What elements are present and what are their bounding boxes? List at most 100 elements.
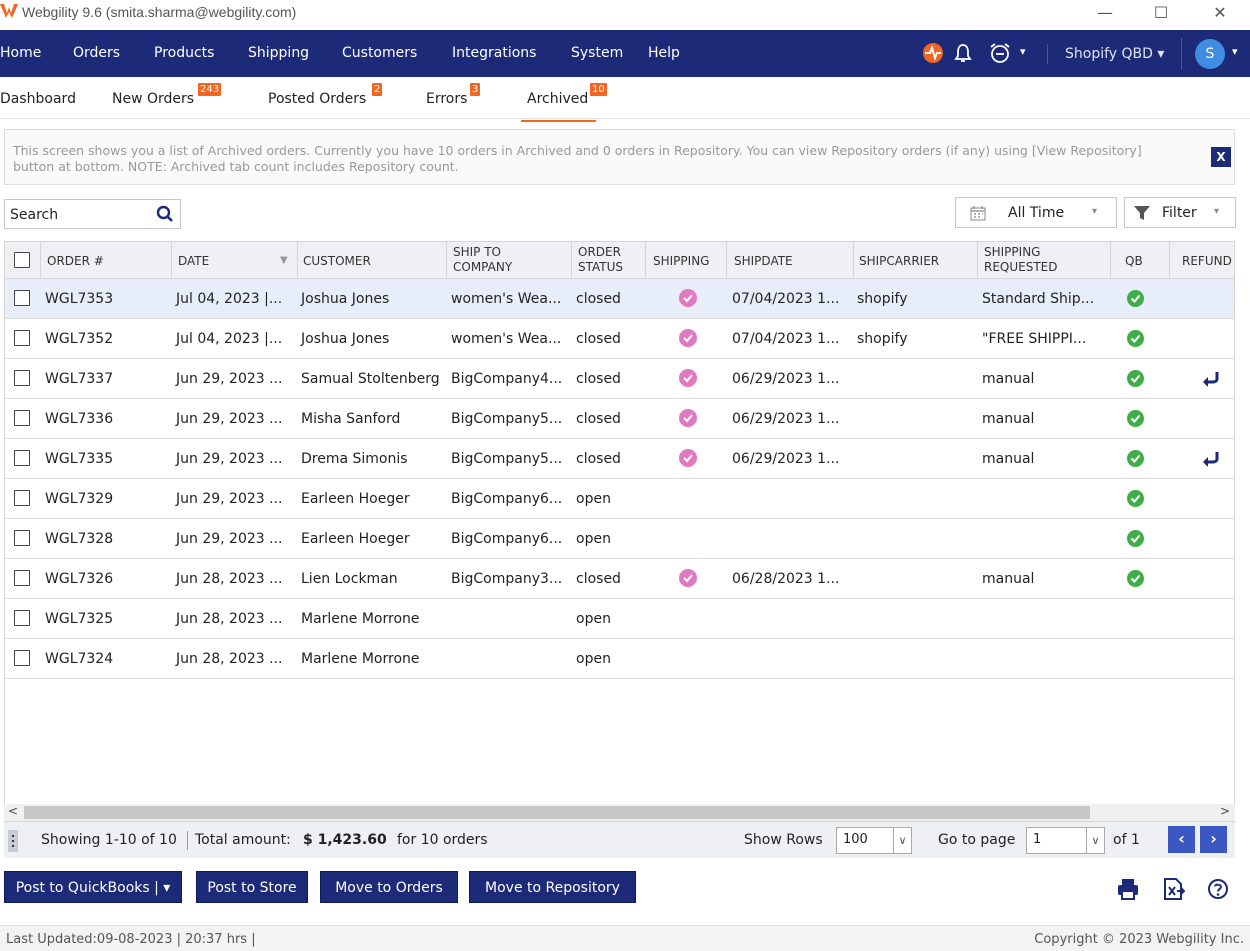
date-cell: Jun 28, 2023 ... <box>176 571 283 587</box>
row-checkbox[interactable] <box>14 410 30 426</box>
scroll-right-arrow[interactable]: > <box>1220 804 1230 818</box>
minimize-button[interactable]: — <box>1077 0 1133 24</box>
status-cell: closed <box>576 331 621 347</box>
qb-posted-check-icon[interactable] <box>1127 410 1144 427</box>
avatar[interactable]: S <box>1195 39 1225 69</box>
print-icon[interactable] <box>1116 877 1140 901</box>
maximize-button[interactable]: ☐ <box>1133 0 1189 24</box>
tab-errors[interactable]: Errors 3 <box>426 83 481 107</box>
table-row[interactable]: WGL7324 Jun 28, 2023 ... Marlene Morrone op… <box>5 639 1234 679</box>
table-row[interactable]: WGL7353 Jul 04, 2023 |... Joshua Jones wome… <box>5 279 1234 319</box>
col-shipping-requested[interactable]: SHIPPING <box>984 245 1040 259</box>
table-row[interactable]: WGL7329 Jun 29, 2023 ... Earleen Hoeger Big… <box>5 479 1234 519</box>
search-input[interactable]: Search <box>4 199 181 229</box>
col-shipping[interactable]: SHIPPING <box>653 254 709 268</box>
row-checkbox[interactable] <box>14 330 30 346</box>
close-info-button[interactable]: X <box>1211 147 1231 167</box>
col-shipcarrier[interactable]: SHIPCARRIER <box>859 254 939 268</box>
tab-dashboard[interactable]: Dashboard <box>0 91 76 107</box>
alarm-clock-icon[interactable] <box>989 42 1011 64</box>
select-all-checkbox[interactable] <box>14 252 30 268</box>
page-count: of 1 <box>1113 832 1140 848</box>
row-checkbox[interactable] <box>14 650 30 666</box>
order-number-cell: WGL7324 <box>45 651 114 667</box>
scroll-left-arrow[interactable]: < <box>8 804 18 818</box>
table-row[interactable]: WGL7326 Jun 28, 2023 ... Lien Lockman BigCo… <box>5 559 1234 599</box>
filter-button[interactable]: Filter ▾ <box>1124 197 1236 228</box>
row-checkbox[interactable] <box>14 610 30 626</box>
store-selector[interactable]: Shopify QBD ▾ <box>1065 46 1164 62</box>
col-order[interactable]: ORDER # <box>47 254 104 268</box>
scroll-thumb[interactable] <box>24 806 1090 819</box>
nav-integrations[interactable]: Integrations <box>452 45 536 61</box>
qb-posted-check-icon[interactable] <box>1127 530 1144 547</box>
qb-posted-check-icon[interactable] <box>1127 450 1144 467</box>
activity-icon[interactable] <box>922 43 944 63</box>
row-checkbox[interactable] <box>14 530 30 546</box>
shipped-check-icon[interactable] <box>679 569 697 587</box>
post-to-store-button[interactable]: Post to Store <box>196 871 308 903</box>
nav-help[interactable]: Help <box>648 45 680 61</box>
prev-page-button[interactable]: ‹ <box>1168 826 1195 853</box>
table-row[interactable]: WGL7335 Jun 29, 2023 ... Drema Simonis BigC… <box>5 439 1234 479</box>
col-refund[interactable]: REFUND <box>1182 254 1232 268</box>
shipped-check-icon[interactable] <box>679 289 697 307</box>
col-date[interactable]: DATE <box>178 254 209 268</box>
count-badge: 10 <box>590 83 607 96</box>
goto-page-value: 1 <box>1033 832 1042 847</box>
qb-posted-check-icon[interactable] <box>1127 570 1144 587</box>
col-shipdate[interactable]: SHIPDATE <box>734 254 793 268</box>
nav-system[interactable]: System <box>571 45 623 61</box>
nav-orders[interactable]: Orders <box>73 45 120 61</box>
next-page-button[interactable]: › <box>1200 826 1227 853</box>
col-order-status[interactable]: ORDER <box>578 245 621 259</box>
tab-posted-orders[interactable]: Posted Orders 2 <box>268 83 383 107</box>
company-cell: BigCompany5... <box>451 411 563 427</box>
col-customer[interactable]: CUSTOMER <box>303 254 371 268</box>
move-to-repository-button[interactable]: Move to Repository <box>469 871 636 903</box>
shipped-check-icon[interactable] <box>679 409 697 427</box>
table-row[interactable]: WGL7328 Jun 29, 2023 ... Earleen Hoeger Big… <box>5 519 1234 559</box>
avatar-caret-icon[interactable]: ▾ <box>1232 45 1238 58</box>
row-checkbox[interactable] <box>14 370 30 386</box>
bell-icon[interactable] <box>954 43 972 63</box>
row-checkbox[interactable] <box>14 490 30 506</box>
refund-arrow-icon[interactable] <box>1200 369 1220 389</box>
help-icon[interactable] <box>1206 877 1230 901</box>
alarm-caret-icon[interactable]: ▾ <box>1020 45 1026 58</box>
date-range-select[interactable]: All Time ▾ <box>955 197 1117 228</box>
tab-new-orders[interactable]: New Orders 243 <box>112 83 222 107</box>
shipped-check-icon[interactable] <box>679 329 697 347</box>
qb-posted-check-icon[interactable] <box>1127 290 1144 307</box>
refund-arrow-icon[interactable] <box>1200 449 1220 469</box>
row-checkbox[interactable] <box>14 570 30 586</box>
search-icon[interactable] <box>156 205 174 223</box>
col-ship-to[interactable]: SHIP TO <box>453 245 501 259</box>
post-to-quickbooks-button[interactable]: Post to QuickBooks | ▾ <box>4 871 182 903</box>
row-checkbox[interactable] <box>14 450 30 466</box>
horizontal-scrollbar[interactable]: < > <box>4 804 1235 821</box>
nav-home[interactable]: Home <box>0 45 41 61</box>
col-qb[interactable]: QB <box>1125 254 1143 268</box>
tab-archived[interactable]: Archived 10 <box>520 83 607 122</box>
move-to-orders-button[interactable]: Move to Orders <box>320 871 458 903</box>
table-row[interactable]: WGL7336 Jun 29, 2023 ... Misha Sanford BigC… <box>5 399 1234 439</box>
shipped-check-icon[interactable] <box>679 449 697 467</box>
qb-posted-check-icon[interactable] <box>1127 330 1144 347</box>
nav-shipping[interactable]: Shipping <box>248 45 309 61</box>
table-row[interactable]: WGL7325 Jun 28, 2023 ... Marlene Morrone op… <box>5 599 1234 639</box>
shipped-check-icon[interactable] <box>679 369 697 387</box>
qb-posted-check-icon[interactable] <box>1127 370 1144 387</box>
export-excel-icon[interactable] <box>1161 877 1185 901</box>
show-rows-select[interactable]: 100 ∨ <box>836 827 912 854</box>
table-row[interactable]: WGL7337 Jun 29, 2023 ... Samual Stoltenber… <box>5 359 1234 399</box>
qb-posted-check-icon[interactable] <box>1127 490 1144 507</box>
nav-products[interactable]: Products <box>154 45 214 61</box>
drag-handle-icon[interactable] <box>8 830 18 852</box>
goto-page-select[interactable]: 1 ∨ <box>1026 827 1105 854</box>
close-window-button[interactable]: ✕ <box>1192 0 1248 24</box>
table-row[interactable]: WGL7352 Jul 04, 2023 |... Joshua Jones wome… <box>5 319 1234 359</box>
sort-desc-icon[interactable]: ▼ <box>280 255 288 266</box>
nav-customers[interactable]: Customers <box>342 45 417 61</box>
row-checkbox[interactable] <box>14 290 30 306</box>
